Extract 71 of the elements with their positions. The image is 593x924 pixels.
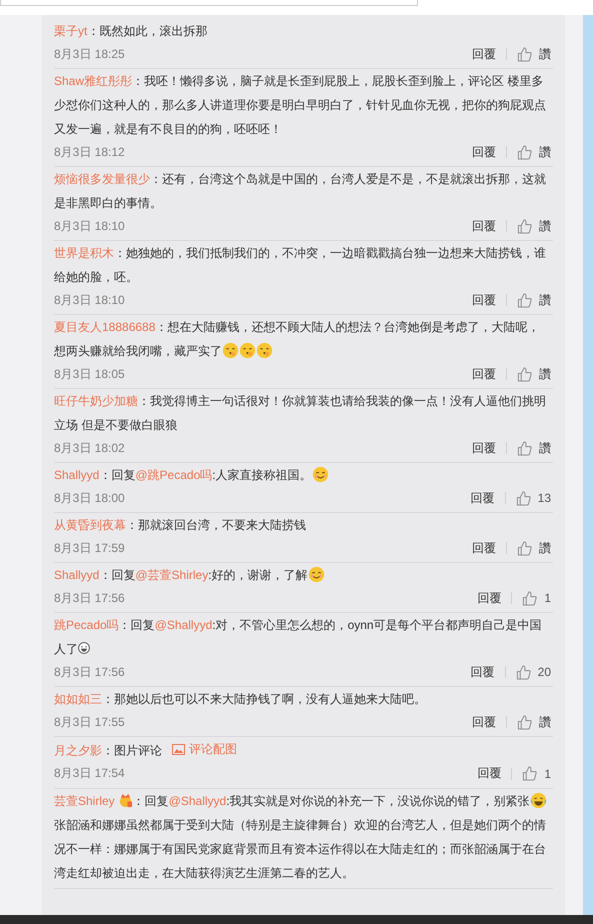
emoji-icon: [530, 792, 547, 808]
thumbs-up-icon: [516, 490, 531, 506]
scrollbar[interactable]: [583, 15, 593, 915]
comment-text: 跳Pecado吗：回复@Shallyyd:对，不管心里怎么想的，oynn可是每个平台都声明自己是中国人了: [54, 617, 543, 658]
comment-time: 8月3日 18:10: [54, 292, 126, 308]
reply-button[interactable]: 回覆: [472, 144, 496, 160]
image-icon: [172, 744, 185, 754]
input-field[interactable]: [0, 0, 418, 6]
reply-button[interactable]: 回覆: [472, 292, 496, 308]
comment-time: 8月3日 17:56: [54, 590, 126, 606]
emoji-icon: [78, 642, 90, 654]
comment-text: 夏目友人18886688：想在大陆赚钱，还想不顾大陆人的想法？台湾她倒是考虑了，大陆呢，想两头赚就给我闭嘴，藏严实了: [54, 319, 540, 361]
thumbs-up-icon: [522, 590, 538, 606]
thumbs-up-icon: [522, 766, 538, 781]
emoji-icon: [256, 342, 273, 359]
comment-text: Shaw雅红彤彤：我呸！懒得多说，脑子就是长歪到屁股上，屁股长歪到脸上，评论区 楼里多少怼你们这种人的，那么多人讲道理你要是明白早明白了，针针见血你无视，把你的狗屁观点又发一遍，就是有不良目的的狗，呸呸呸！: [54, 73, 547, 138]
thumbs-up-icon: [517, 292, 532, 308]
comment-time: 8月3日 18:00: [54, 490, 126, 506]
comment-time: 8月3日 17:59: [54, 540, 126, 556]
emoji-icon: [312, 466, 329, 483]
comment-text: 烦恼很多发量很少：还有，台湾这个岛就是中国的，台湾人爱是不是，不是就滚出拆那，这就是非黑即白的事情。: [54, 171, 547, 212]
thumbs-up-icon: [516, 664, 531, 680]
reply-button[interactable]: 回覆: [477, 765, 502, 782]
emoji-icon: [239, 342, 256, 359]
comment-text: 如如如三：那她以后也可以不来大陆挣钱了啊，没有人逼她来大陆吧。: [54, 691, 427, 708]
thumbs-up-icon: [517, 144, 532, 160]
thumbs-up-icon: [517, 714, 532, 730]
reply-button[interactable]: 回覆: [472, 440, 496, 456]
comment-text: 月之夕影：图片评论 评论配图: [54, 737, 551, 762]
comment-time: 8月3日 18:25: [54, 46, 126, 62]
reply-button[interactable]: 回覆: [472, 218, 496, 234]
comment-text: 栗子yt：既然如此，滚出拆那: [54, 23, 208, 40]
like-button[interactable]: 20: [516, 664, 551, 680]
thumbs-up-icon: [517, 218, 532, 234]
thumbs-up-icon: [517, 440, 532, 456]
like-button[interactable]: 讚: [517, 440, 551, 456]
like-button[interactable]: 讚: [517, 292, 551, 308]
like-button[interactable]: 讚: [517, 540, 551, 556]
like-button[interactable]: 讚: [517, 144, 551, 160]
like-button[interactable]: 讚: [517, 218, 551, 234]
comment-time: 8月3日 18:02: [54, 440, 126, 456]
comment-text: 从黄昏到夜幕：那就滚回台湾，不要来大陆捞钱: [54, 517, 307, 534]
reply-button[interactable]: 回覆: [477, 590, 502, 606]
like-button[interactable]: 讚: [517, 46, 551, 62]
thumbs-up-icon: [517, 366, 532, 382]
comment-time: 8月3日 17:56: [54, 664, 126, 680]
comment-text: Shallyyd：回复@跳Pecado吗:人家直接称祖国。: [54, 463, 551, 487]
emoji-icon: [308, 566, 325, 583]
comment-text: 旺仔牛奶少加糖：我觉得博主一句话很对！你就算装也请给我装的像一点！没有人逼他们挑明立场 但是不要做白眼狼: [54, 393, 547, 434]
reply-button[interactable]: 回覆: [472, 540, 496, 556]
emoji-icon: [222, 342, 239, 359]
like-button[interactable]: 1: [522, 590, 551, 606]
comment-text: 芸萱Shirley ：回复@Shallyyd:我其实就是对你说的补充一下，没说你说的错了，别紧张 张韶涵和娜娜虽然都属于受到大陆（特别是主旋律舞台）欢迎的台湾艺人，但是她们两个的情况不一样：娜娜属于有国民党家庭背景而且有资本运作得以在大陆走红的；而张韶涵属于在台湾走红却被迫出走，在大陆获得演艺生涯第二春的艺人。: [54, 790, 548, 882]
thumbs-up-icon: [517, 46, 532, 62]
reply-button[interactable]: 回覆: [472, 714, 496, 730]
comment-time: 8月3日 17:55: [54, 714, 126, 730]
reply-button[interactable]: 回覆: [472, 366, 496, 382]
comment-text: 世界是积木：她独她的，我们抵制我们的，不冲突，一边暗戳戳搞台独一边想来大陆捞钱，谁给她的脸，呸。: [54, 245, 547, 286]
reply-button[interactable]: 回覆: [470, 664, 495, 680]
thumbs-up-icon: [517, 540, 532, 556]
like-button[interactable]: 讚: [517, 714, 551, 730]
comment-time: 8月3日 18:05: [54, 366, 126, 382]
reply-button[interactable]: 回覆: [470, 490, 495, 506]
comment-text: Shallyyd：回复@芸萱Shirley:好的，谢谢，了解: [54, 563, 551, 587]
comment-time: 8月3日 18:12: [54, 144, 126, 160]
like-button[interactable]: 13: [516, 490, 551, 506]
reply-button[interactable]: 回覆: [472, 46, 496, 62]
comment-time: 8月3日 18:10: [54, 218, 126, 234]
like-button[interactable]: 讚: [517, 366, 551, 382]
like-button[interactable]: 1: [522, 766, 551, 781]
comment-time: 8月3日 17:54: [54, 765, 126, 782]
